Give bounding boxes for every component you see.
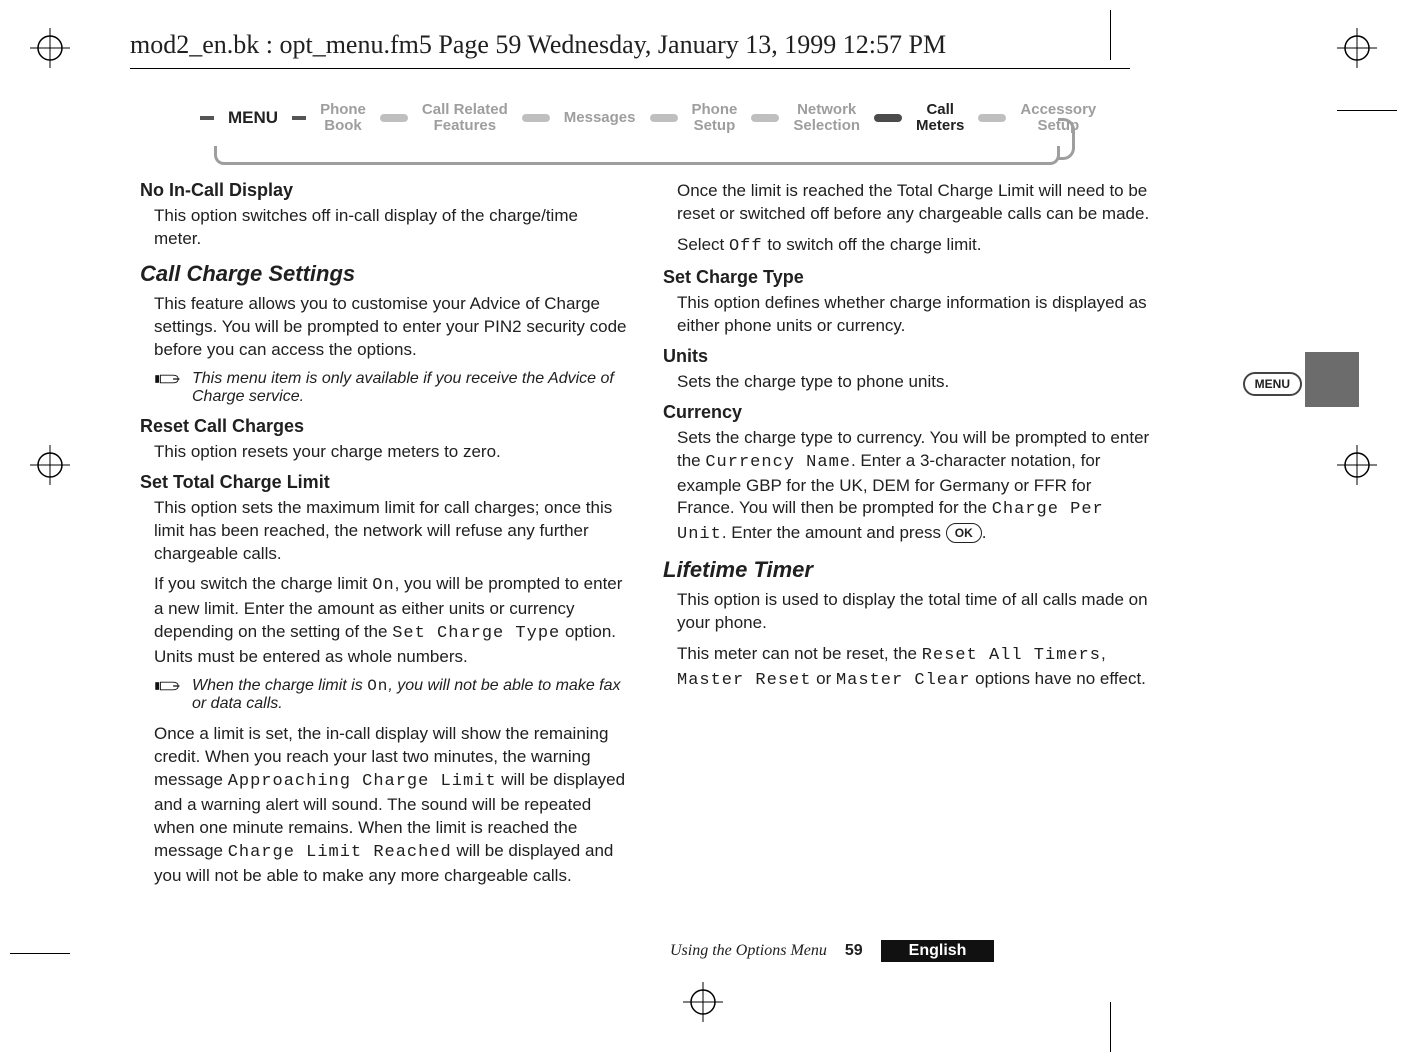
note-hand-icon bbox=[154, 677, 182, 713]
body-text: This meter can not be reset, the Reset A… bbox=[663, 643, 1150, 693]
running-head: mod2_en.bk : opt_menu.fm5 Page 59 Wednes… bbox=[130, 30, 946, 60]
crumb-separator-icon bbox=[978, 114, 1006, 122]
crumb-network-selection: Network Selection bbox=[793, 102, 860, 134]
crop-rule bbox=[1110, 10, 1111, 60]
registration-mark-icon bbox=[30, 28, 70, 68]
footer-page-number: 59 bbox=[845, 942, 863, 960]
note: This menu item is only available if you … bbox=[140, 370, 627, 406]
crumb-phone-setup: Phone Setup bbox=[692, 102, 738, 134]
ok-key-icon: OK bbox=[946, 523, 982, 543]
crumb-separator-icon bbox=[874, 114, 902, 122]
footer-section-title: Using the Options Menu bbox=[670, 942, 827, 960]
body-text: Once the limit is reached the Total Char… bbox=[663, 180, 1150, 226]
crumb-line: Features bbox=[434, 118, 497, 134]
crumb-line: Selection bbox=[793, 118, 860, 134]
registration-mark-icon bbox=[1337, 445, 1377, 485]
registration-mark-icon bbox=[30, 445, 70, 485]
lcd-text: Charge Limit Reached bbox=[228, 843, 452, 862]
crop-rule bbox=[10, 953, 70, 954]
crumb-separator-icon bbox=[380, 114, 408, 122]
menu-lead-icon bbox=[200, 116, 214, 120]
page-footer: Using the Options Menu 59 English bbox=[670, 940, 994, 962]
crumb-line: Network bbox=[797, 102, 856, 118]
heading-set-charge-type: Set Charge Type bbox=[663, 267, 1150, 288]
lcd-text: Approaching Charge Limit bbox=[228, 772, 497, 791]
crumb-line: Phone bbox=[320, 102, 366, 118]
crumb-separator-icon bbox=[522, 114, 550, 122]
crop-rule bbox=[1110, 1002, 1111, 1052]
breadcrumb-cap-icon bbox=[1058, 118, 1075, 160]
right-column: Once the limit is reached the Total Char… bbox=[663, 180, 1150, 940]
text-run: options have no effect. bbox=[970, 669, 1145, 688]
body-text: Sets the charge type to phone units. bbox=[663, 371, 1150, 394]
menu-pill: MENU bbox=[1243, 372, 1302, 396]
text-run: to switch off the charge limit. bbox=[763, 235, 982, 254]
registration-mark-icon bbox=[1337, 28, 1377, 68]
crumb-messages: Messages bbox=[564, 110, 636, 126]
crumb-separator-icon bbox=[751, 114, 779, 122]
lcd-text: Master Reset bbox=[677, 671, 811, 690]
body-text: Sets the charge type to currency. You wi… bbox=[663, 427, 1150, 548]
crumb-call-related: Call Related Features bbox=[422, 102, 508, 134]
body-text: Once a limit is set, the in-call display… bbox=[140, 723, 627, 888]
lcd-text: Reset All Timers bbox=[922, 646, 1101, 665]
text-run: , bbox=[1101, 644, 1106, 663]
crumb-line: Call Related bbox=[422, 102, 508, 118]
crumb-line: Meters bbox=[916, 118, 964, 134]
note-text: When the charge limit is On, you will no… bbox=[190, 677, 627, 713]
lcd-text: Set Charge Type bbox=[392, 624, 560, 643]
heading-lifetime-timer: Lifetime Timer bbox=[663, 557, 1150, 583]
text-run: . bbox=[982, 523, 987, 542]
crumb-phone-book: Phone Book bbox=[320, 102, 366, 134]
heading-currency: Currency bbox=[663, 402, 1150, 423]
body-text: This option defines whether charge infor… bbox=[663, 292, 1150, 338]
crumb-line: Setup bbox=[694, 118, 736, 134]
note: When the charge limit is On, you will no… bbox=[140, 677, 627, 713]
menu-label: MENU bbox=[228, 108, 278, 128]
crop-rule bbox=[1337, 110, 1397, 111]
breadcrumb-menu: MENU Phone Book Call Related Features Me… bbox=[200, 102, 1096, 134]
registration-mark-icon bbox=[683, 982, 723, 1022]
crumb-separator-icon bbox=[650, 114, 678, 122]
left-column: No In-Call Display This option switches … bbox=[140, 180, 627, 940]
lcd-text: On bbox=[367, 677, 388, 695]
text-run: . Enter the amount and press bbox=[722, 523, 946, 542]
crumb-line: Call bbox=[926, 102, 954, 118]
crumb-line: Messages bbox=[564, 110, 636, 126]
note-hand-icon bbox=[154, 370, 182, 406]
lcd-text: Currency Name bbox=[705, 453, 851, 472]
lcd-text: Master Clear bbox=[836, 671, 970, 690]
text-run: When the charge limit is bbox=[192, 677, 367, 694]
note-text: This menu item is only available if you … bbox=[190, 370, 627, 406]
text-run: Select bbox=[677, 235, 729, 254]
heading-set-total-charge-limit: Set Total Charge Limit bbox=[140, 472, 627, 493]
header-rule bbox=[130, 68, 1130, 69]
body-text: This option resets your charge meters to… bbox=[140, 441, 627, 464]
side-tab bbox=[1305, 352, 1359, 407]
crumb-line: Phone bbox=[692, 102, 738, 118]
body-text: This option switches off in-call display… bbox=[140, 205, 627, 251]
body-text: Select Off to switch off the charge limi… bbox=[663, 234, 1150, 259]
body-text: This feature allows you to customise you… bbox=[140, 293, 627, 362]
text-run: If you switch the charge limit bbox=[154, 574, 372, 593]
crumb-line: Accessory bbox=[1020, 102, 1096, 118]
crumb-line: Book bbox=[324, 118, 362, 134]
lcd-text: On bbox=[372, 576, 394, 595]
body-text: This option is used to display the total… bbox=[663, 589, 1150, 635]
text-run: or bbox=[811, 669, 836, 688]
breadcrumb-underline bbox=[214, 146, 1060, 165]
lcd-text: Off bbox=[729, 237, 763, 256]
heading-reset-call-charges: Reset Call Charges bbox=[140, 416, 627, 437]
body-text: If you switch the charge limit On, you w… bbox=[140, 573, 627, 669]
heading-call-charge-settings: Call Charge Settings bbox=[140, 261, 627, 287]
menu-lead-icon bbox=[292, 116, 306, 120]
crumb-call-meters: Call Meters bbox=[916, 102, 964, 134]
heading-units: Units bbox=[663, 346, 1150, 367]
footer-language-badge: English bbox=[881, 940, 995, 962]
text-run: This meter can not be reset, the bbox=[677, 644, 922, 663]
heading-no-in-call-display: No In-Call Display bbox=[140, 180, 627, 201]
body-text: This option sets the maximum limit for c… bbox=[140, 497, 627, 566]
